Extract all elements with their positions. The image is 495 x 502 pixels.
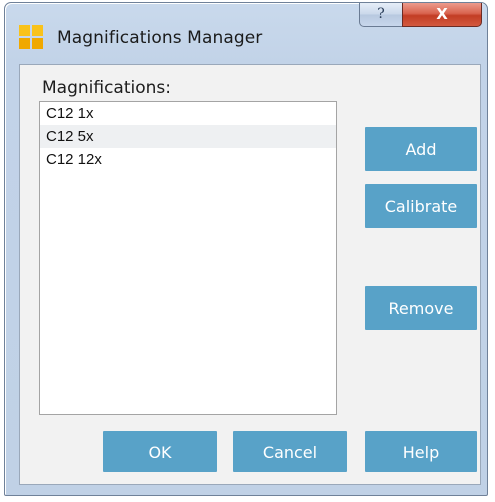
list-item[interactable]: C12 12x: [40, 148, 336, 171]
app-grid-icon: [19, 25, 43, 49]
titlebar-help-button[interactable]: ?: [359, 3, 403, 27]
titlebar-close-button[interactable]: X: [402, 3, 482, 27]
magnifications-label: Magnifications:: [42, 78, 171, 98]
window-title: Magnifications Manager: [57, 28, 263, 48]
calibrate-button[interactable]: Calibrate: [365, 184, 477, 228]
dialog-body: Magnifications: C12 1x C12 5x C12 12x Ad…: [19, 64, 481, 485]
help-button[interactable]: Help: [365, 431, 477, 472]
close-icon: X: [436, 5, 448, 23]
list-item[interactable]: C12 1x: [40, 102, 336, 125]
dialog-window: Magnifications Manager ? X Magnification…: [4, 2, 488, 496]
remove-button[interactable]: Remove: [365, 286, 477, 330]
add-button[interactable]: Add: [365, 127, 477, 171]
question-mark-icon: ?: [377, 6, 385, 22]
list-item[interactable]: C12 5x: [40, 125, 336, 148]
title-bar[interactable]: Magnifications Manager ? X: [5, 3, 487, 65]
magnifications-listbox[interactable]: C12 1x C12 5x C12 12x: [39, 101, 337, 415]
ok-button[interactable]: OK: [103, 431, 217, 472]
cancel-button[interactable]: Cancel: [233, 431, 347, 472]
